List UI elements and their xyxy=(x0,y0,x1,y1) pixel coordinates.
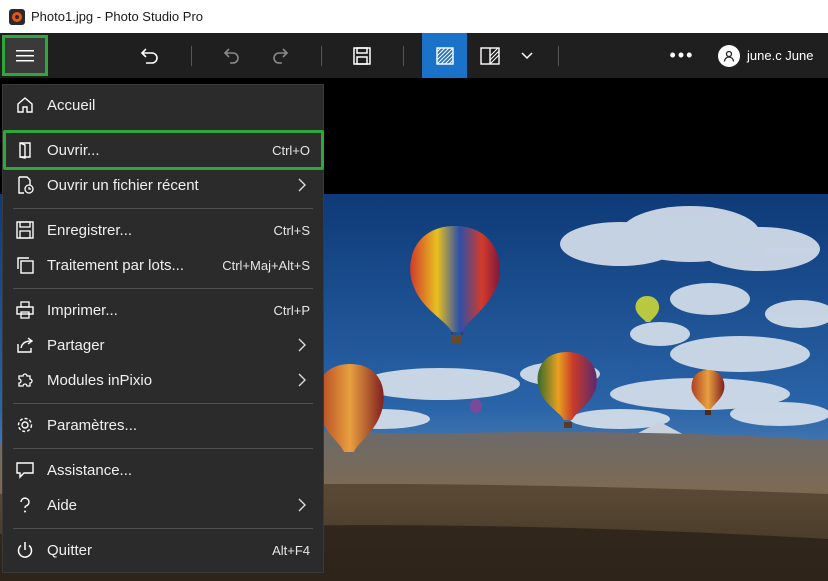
menu-item-label: Accueil xyxy=(47,96,96,114)
help-icon xyxy=(14,494,36,516)
menu-item-shortcut: Ctrl+P xyxy=(273,302,310,318)
menu-item-shortcut: Alt+F4 xyxy=(272,542,310,558)
recent-file-icon xyxy=(14,174,36,196)
menu-item-label: Paramètres... xyxy=(47,416,138,434)
menu-item-open-recent[interactable]: Ouvrir un fichier récent xyxy=(3,168,323,202)
menu-divider xyxy=(13,288,313,289)
menu-divider xyxy=(13,403,313,404)
user-icon xyxy=(723,50,735,62)
menu-item-label: Aide xyxy=(47,496,78,514)
power-icon xyxy=(14,539,36,561)
save-button[interactable] xyxy=(342,33,382,78)
print-icon xyxy=(14,299,36,321)
puzzle-icon xyxy=(14,369,36,391)
menu-item-settings[interactable]: Paramètres... xyxy=(3,408,323,442)
revert-icon xyxy=(140,47,158,64)
menu-item-open[interactable]: Ouvrir... Ctrl+O xyxy=(3,130,324,170)
batch-icon xyxy=(14,254,36,276)
more-icon: ••• xyxy=(669,45,695,65)
title-bar: Photo1.jpg - Photo Studio Pro xyxy=(0,0,828,33)
toolbar-divider xyxy=(321,46,322,66)
view-options-dropdown[interactable] xyxy=(515,33,539,78)
hamburger-icon xyxy=(16,49,34,61)
menu-item-shortcut: Ctrl+Maj+Alt+S xyxy=(222,257,310,273)
toolbar: ••• june.c June xyxy=(0,33,828,78)
menu-item-batch[interactable]: Traitement par lots... Ctrl+Maj+Alt+S xyxy=(3,248,323,282)
home-icon xyxy=(14,94,36,116)
main-menu-button[interactable] xyxy=(2,35,48,76)
open-icon xyxy=(14,139,36,161)
user-account-button[interactable]: june.c June xyxy=(718,33,814,78)
menu-item-label: Traitement par lots... xyxy=(47,256,184,274)
toolbar-divider xyxy=(191,46,192,66)
compare-view-button[interactable] xyxy=(470,33,510,78)
menu-item-support[interactable]: Assistance... xyxy=(3,453,323,487)
menu-item-home[interactable]: Accueil xyxy=(3,88,323,122)
menu-item-label: Enregistrer... xyxy=(47,221,133,239)
save-icon xyxy=(14,219,36,241)
chevron-right-icon xyxy=(298,178,306,192)
chevron-right-icon xyxy=(298,338,306,352)
single-view-icon xyxy=(435,46,454,65)
main-menu: Accueil Ouvrir... Ctrl+O Ouvrir un fichi… xyxy=(2,84,324,573)
gear-icon xyxy=(14,414,36,436)
window-title: Photo1.jpg - Photo Studio Pro xyxy=(31,9,204,24)
toolbar-divider xyxy=(558,46,559,66)
menu-item-shortcut: Ctrl+S xyxy=(273,222,310,238)
chat-icon xyxy=(14,459,36,481)
menu-item-share[interactable]: Partager xyxy=(3,328,323,362)
menu-item-shortcut: Ctrl+O xyxy=(272,142,310,158)
toolbar-divider xyxy=(403,46,404,66)
save-icon xyxy=(353,46,371,65)
split-view-icon xyxy=(480,46,500,65)
share-icon xyxy=(14,334,36,356)
menu-divider xyxy=(13,208,313,209)
app-logo-icon xyxy=(9,8,25,25)
menu-item-save[interactable]: Enregistrer... Ctrl+S xyxy=(3,213,323,247)
chevron-down-icon xyxy=(521,51,533,59)
redo-icon xyxy=(273,47,289,64)
menu-item-quit[interactable]: Quitter Alt+F4 xyxy=(3,533,323,567)
user-name: june.c June xyxy=(747,48,814,63)
undo-icon xyxy=(223,47,239,64)
menu-item-label: Assistance... xyxy=(47,461,133,479)
undo-button[interactable] xyxy=(212,33,252,78)
menu-item-label: Ouvrir un fichier récent xyxy=(47,176,199,194)
menu-item-label: Ouvrir... xyxy=(47,141,100,159)
single-view-button[interactable] xyxy=(422,33,467,78)
menu-item-label: Quitter xyxy=(47,541,93,559)
redo-button[interactable] xyxy=(260,33,300,78)
menu-item-help[interactable]: Aide xyxy=(3,488,323,522)
menu-item-label: Partager xyxy=(47,336,105,354)
menu-item-label: Imprimer... xyxy=(47,301,118,319)
chevron-right-icon xyxy=(298,373,306,387)
chevron-right-icon xyxy=(298,498,306,512)
menu-divider xyxy=(13,448,313,449)
menu-item-label: Modules inPixio xyxy=(47,371,153,389)
revert-button[interactable] xyxy=(130,33,170,78)
menu-item-modules[interactable]: Modules inPixio xyxy=(3,363,323,397)
menu-item-print[interactable]: Imprimer... Ctrl+P xyxy=(3,293,323,327)
menu-divider xyxy=(13,528,313,529)
more-options-button[interactable]: ••• xyxy=(664,33,700,78)
avatar xyxy=(718,44,740,67)
